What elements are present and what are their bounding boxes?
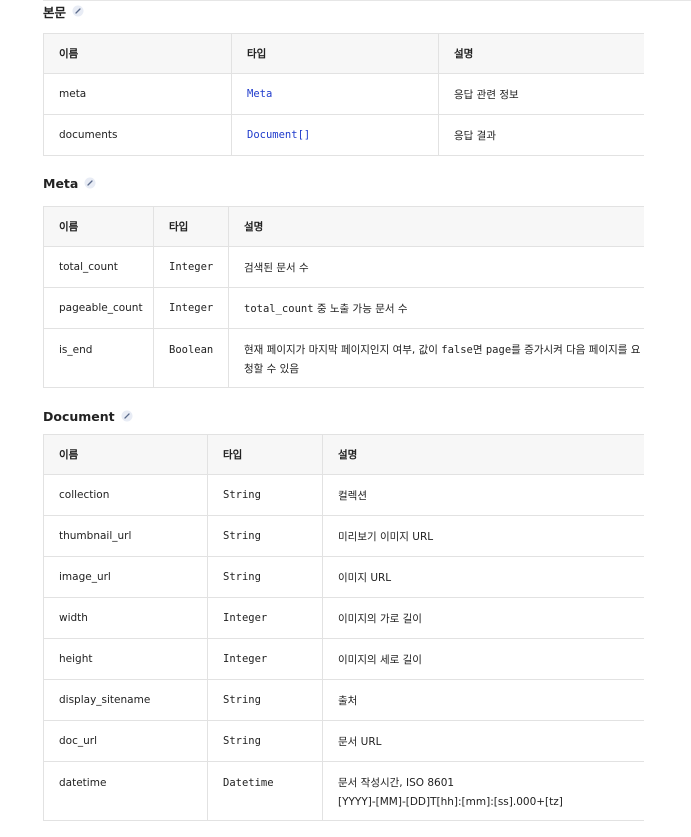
section-title-text: Meta: [43, 175, 79, 191]
type-link-document[interactable]: Document[]: [247, 129, 310, 141]
col-header-desc: 설명: [438, 33, 644, 74]
table-row: meta Meta 응답 관련 정보: [43, 73, 644, 115]
section-title-meta: Meta: [43, 172, 643, 194]
col-header-desc: 설명: [322, 434, 644, 475]
table-row: thumbnail_url String 미리보기 이미지 URL: [43, 515, 644, 557]
section-title-text: 본문: [43, 4, 67, 20]
field-name: width: [43, 597, 208, 639]
type-link-meta[interactable]: Meta: [247, 88, 272, 100]
field-name: total_count: [43, 246, 154, 288]
table-row: documents Document[] 응답 결과: [43, 114, 644, 156]
field-type: Datetime: [207, 761, 323, 821]
field-type: String: [207, 720, 323, 762]
col-header-desc: 설명: [228, 206, 644, 247]
inline-code: false: [441, 344, 473, 356]
field-type: Integer: [153, 287, 229, 329]
section-title-document: Document: [43, 405, 643, 427]
field-name: image_url: [43, 556, 208, 598]
table-row: image_url String 이미지 URL: [43, 556, 644, 598]
table-row: height Integer 이미지의 세로 길이: [43, 638, 644, 680]
link-icon[interactable]: [84, 177, 96, 189]
field-desc: 문서 URL: [322, 720, 644, 762]
table-header-row: 이름 타입 설명: [43, 434, 644, 475]
table-row: datetime Datetime 문서 작성시간, ISO 8601 [YYYY…: [43, 761, 644, 821]
field-type: Integer: [207, 638, 323, 680]
desc-text: 면: [472, 344, 486, 356]
body-table: 이름 타입 설명 meta Meta 응답 관련 정보 documents Do…: [43, 33, 644, 156]
table-row: is_end Boolean 현재 페이지가 마지막 페이지인지 여부, 값이 …: [43, 328, 644, 388]
col-header-type: 타입: [207, 434, 323, 475]
field-type: Integer: [153, 246, 229, 288]
col-header-type: 타입: [153, 206, 229, 247]
field-name: collection: [43, 474, 208, 516]
field-type: String: [207, 679, 323, 721]
col-header-type: 타입: [231, 33, 439, 74]
field-type: String: [207, 474, 323, 516]
inline-code: total_count: [244, 302, 314, 315]
section-title-body: 본문: [43, 0, 643, 22]
inline-code: page: [485, 344, 512, 356]
desc-text: 중 노출 가능 문서 수: [313, 302, 408, 315]
field-desc: 이미지 URL: [322, 556, 644, 598]
field-name: documents: [43, 114, 232, 156]
table-row: doc_url String 문서 URL: [43, 720, 644, 762]
field-name: meta: [43, 73, 232, 115]
field-type: Boolean: [153, 328, 229, 388]
col-header-name: 이름: [43, 206, 154, 247]
field-desc: 문서 작성시간, ISO 8601 [YYYY]-[MM]-[DD]T[hh]:[…: [322, 761, 644, 821]
field-type: String: [207, 556, 323, 598]
link-icon[interactable]: [121, 410, 133, 422]
field-desc: 응답 관련 정보: [438, 73, 644, 115]
field-desc: total_count 중 노출 가능 문서 수: [228, 287, 644, 329]
field-desc: 미리보기 이미지 URL: [322, 515, 644, 557]
field-desc: 현재 페이지가 마지막 페이지인지 여부, 값이 false면 page를 증가…: [228, 328, 644, 388]
col-header-name: 이름: [43, 33, 232, 74]
link-icon[interactable]: [72, 5, 84, 17]
section-title-text: Document: [43, 408, 115, 424]
table-row: display_sitename String 출처: [43, 679, 644, 721]
field-type: String: [207, 515, 323, 557]
field-name: display_sitename: [43, 679, 208, 721]
field-desc: 이미지의 세로 길이: [322, 638, 644, 680]
field-name: height: [43, 638, 208, 680]
table-row: width Integer 이미지의 가로 길이: [43, 597, 644, 639]
desc-text: 현재 페이지가 마지막 페이지인지 여부, 값이: [244, 344, 442, 356]
field-desc: 응답 결과: [438, 114, 644, 156]
field-desc: 이미지의 가로 길이: [322, 597, 644, 639]
table-row: total_count Integer 검색된 문서 수: [43, 246, 644, 288]
field-name: datetime: [43, 761, 208, 821]
field-name: is_end: [43, 328, 154, 388]
desc-line: [YYYY]-[MM]-[DD]T[hh]:[mm]:[ss].000+[tz]: [338, 796, 563, 808]
field-desc: 컬렉션: [322, 474, 644, 516]
table-row: pageable_count Integer total_count 중 노출 …: [43, 287, 644, 329]
field-desc: 검색된 문서 수: [228, 246, 644, 288]
api-response-doc: 본문 이름 타입 설명 meta Meta 응답 관련 정보 documents…: [43, 0, 644, 821]
document-table: 이름 타입 설명 collection String 컬렉션 thumbnail…: [43, 434, 644, 821]
field-name: pageable_count: [43, 287, 154, 329]
field-name: thumbnail_url: [43, 515, 208, 557]
meta-table: 이름 타입 설명 total_count Integer 검색된 문서 수 pa…: [43, 206, 644, 388]
table-header-row: 이름 타입 설명: [43, 206, 644, 247]
field-desc: 출처: [322, 679, 644, 721]
field-type: Integer: [207, 597, 323, 639]
table-row: collection String 컬렉션: [43, 474, 644, 516]
table-header-row: 이름 타입 설명: [43, 33, 644, 74]
field-name: doc_url: [43, 720, 208, 762]
desc-line: 문서 작성시간, ISO 8601: [338, 777, 455, 789]
col-header-name: 이름: [43, 434, 208, 475]
